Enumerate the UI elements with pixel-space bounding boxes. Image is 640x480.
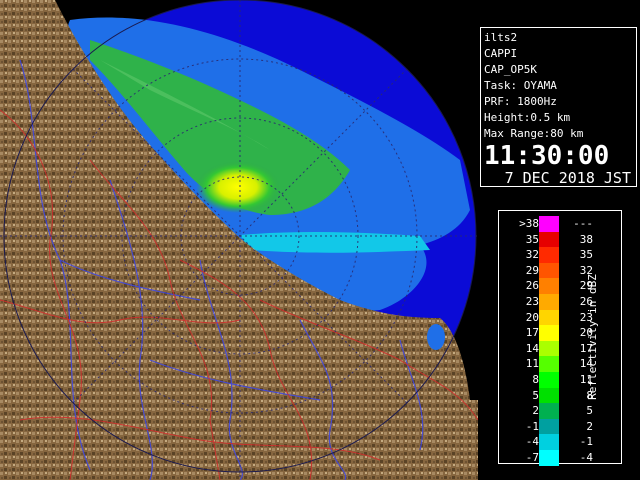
legend-color-swatch: [539, 262, 559, 279]
legend-row: -4 -1: [499, 434, 599, 450]
legend-row: 26 29: [499, 278, 599, 294]
legend-color-swatch: [539, 403, 559, 419]
legend-lower-bound: 8: [532, 373, 539, 386]
legend-lower-bound: -4: [525, 435, 539, 449]
legend-lower-bound: 29: [525, 263, 539, 277]
legend-lower-bound: 32: [525, 248, 539, 262]
legend-color-swatch: [539, 418, 559, 435]
legend-lower-bound: 11: [525, 357, 539, 371]
legend-color-swatch: [539, 372, 559, 388]
reflectivity-core: [196, 161, 280, 213]
legend-row: >38 ---: [499, 216, 599, 232]
legend-color-swatch: [539, 247, 559, 263]
cyan-echo-band: [240, 232, 430, 253]
legend-color-swatch: [539, 356, 559, 372]
legend-color-swatch: [539, 294, 559, 310]
observation-time: 11:30:00: [484, 141, 610, 171]
legend-row: 14 17: [499, 340, 599, 357]
legend-color-swatch: [539, 387, 559, 404]
legend-row: 23 26: [499, 294, 599, 310]
legend-row: 20 23: [499, 309, 599, 326]
legend-color-swatch: [539, 309, 559, 326]
task-name: Task: OYAMA: [484, 79, 557, 92]
legend-row: 17 20: [499, 325, 599, 341]
prf-value: PRF: 1800Hz: [484, 95, 557, 108]
legend-lower-bound: 20: [525, 310, 539, 324]
legend-lower-bound: 23: [525, 295, 539, 308]
legend-color-swatch: [539, 434, 559, 450]
small-lake: [427, 324, 445, 350]
legend-lower-bound: >38: [519, 217, 539, 230]
legend-row: -1 2: [499, 418, 599, 435]
scan-mode: CAP_OP5K: [484, 63, 537, 76]
legend-row: 58: [499, 387, 599, 404]
legend-lower-bound: 2: [532, 404, 539, 418]
legend-row: 11 14: [499, 356, 599, 372]
legend-color-swatch: [539, 231, 559, 248]
observation-date: 7 DEC 2018 JST: [504, 169, 631, 187]
legend-row: 8 11: [499, 372, 599, 388]
radar-info-panel: ilts2 CAPPI CAP_OP5K Task: OYAMA PRF: 18…: [480, 27, 637, 187]
legend-row: 29 32: [499, 262, 599, 279]
legend-row: 32 35: [499, 247, 599, 263]
legend-lower-bound: 5: [532, 388, 539, 402]
reflectivity-legend: >38 --- 35 38 32 35 29 32 26 29 23 26 20 23 17 20 14 17 11…: [498, 210, 622, 466]
legend-color-swatch: [539, 278, 559, 294]
max-range: Max Range:80 km: [484, 127, 584, 140]
legend-row: 35 38: [499, 231, 599, 248]
legend-color-swatch: [539, 325, 559, 341]
legend-color-swatch: [539, 450, 559, 466]
legend-lower-bound: 14: [525, 341, 539, 355]
legend-lower-bound: -1: [525, 419, 539, 433]
legend-lower-bound: 17: [525, 326, 539, 340]
legend-row: 25: [499, 403, 599, 419]
legend-lower-bound: 35: [525, 232, 539, 246]
radar-map: [0, 0, 478, 480]
station-name: ilts2: [484, 31, 518, 44]
legend-row: -7 -4: [499, 450, 599, 466]
product-type: CAPPI: [484, 47, 518, 60]
cappi-height: Height:0.5 km: [484, 111, 571, 124]
legend-color-swatch: [539, 340, 559, 357]
legend-color-swatch: [539, 216, 559, 232]
legend-lower-bound: 26: [525, 279, 539, 293]
legend-lower-bound: -7: [525, 451, 539, 464]
legend-title: Reflectivity in dBZ: [586, 274, 599, 400]
